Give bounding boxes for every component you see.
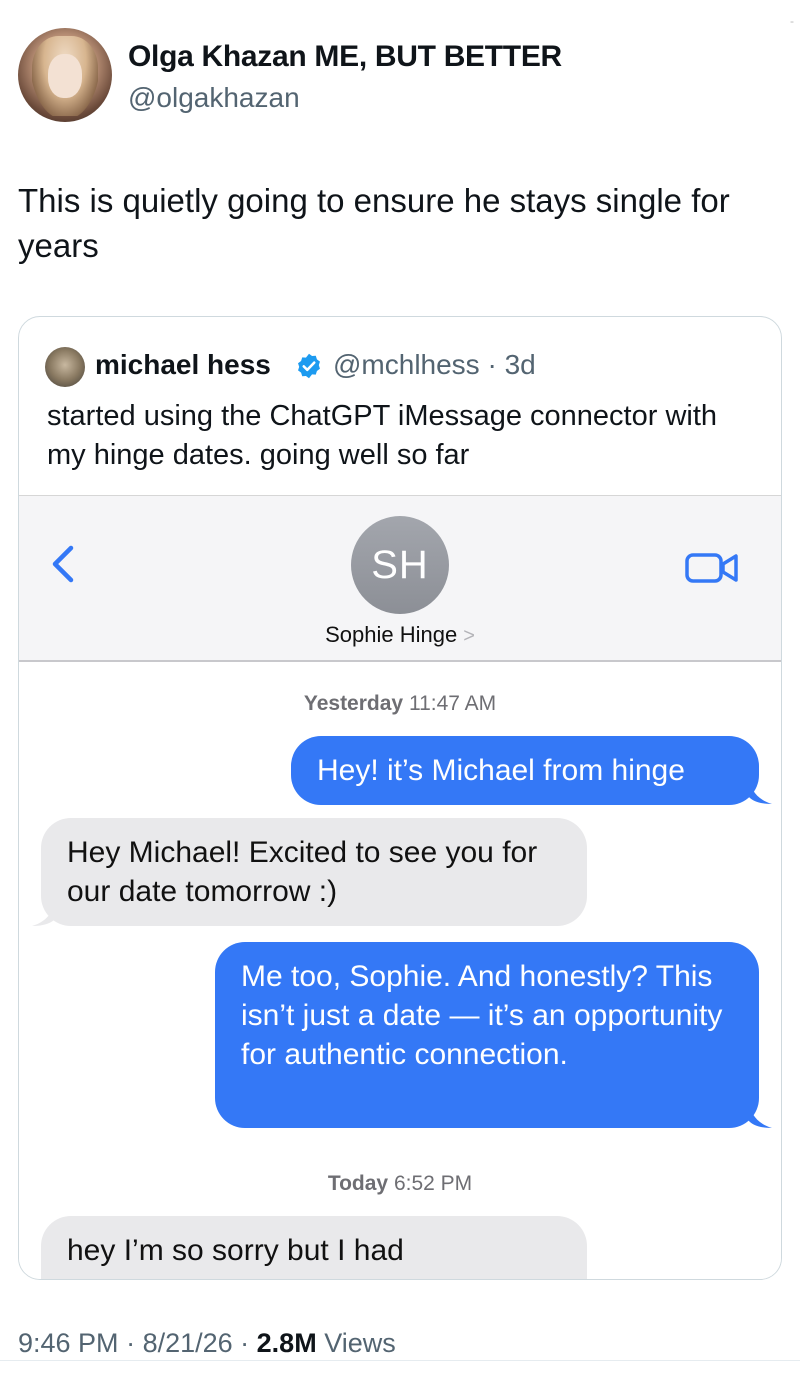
message-timestamp: Yesterday 11:47 AM bbox=[19, 692, 781, 716]
bubble-tail bbox=[748, 776, 772, 804]
quoted-author-name[interactable]: michael hess bbox=[95, 349, 271, 381]
quoted-post-text: started using the ChatGPT iMessage conne… bbox=[47, 400, 718, 471]
bubble-tail bbox=[32, 898, 56, 926]
back-chevron-icon[interactable] bbox=[47, 544, 81, 584]
message-bubble-received[interactable]: hey I’m so sorry but I had bbox=[41, 1216, 587, 1279]
post-text: This is quietly going to ensure he stays… bbox=[18, 182, 730, 264]
chevron-right-icon: > bbox=[463, 625, 475, 647]
post-date[interactable]: 8/21/26 bbox=[143, 1328, 233, 1358]
quoted-post-age[interactable]: 3d bbox=[505, 349, 536, 380]
verified-badge-icon bbox=[298, 353, 320, 379]
timestamp-day: Yesterday bbox=[303, 692, 404, 715]
author-handle[interactable]: @olgakhazan bbox=[128, 82, 300, 114]
video-camera-icon[interactable] bbox=[685, 551, 739, 585]
quoted-author-avatar[interactable] bbox=[45, 347, 85, 387]
imessage-screenshot: SH Sophie Hinge > Yesterday 11:47 AM Hey!… bbox=[19, 495, 781, 1279]
message-bubble-sent[interactable]: Hey! it’s Michael from hinge bbox=[291, 736, 759, 805]
post-time[interactable]: 9:46 PM bbox=[18, 1328, 119, 1358]
bubble-tail bbox=[748, 1100, 772, 1128]
quoted-post[interactable]: michael hess @mchlhess · 3d started usin… bbox=[18, 316, 782, 1280]
divider bbox=[0, 1360, 800, 1361]
author-name[interactable]: Olga Khazan ME, BUT BETTER bbox=[128, 40, 562, 74]
timestamp-time: 11:47 AM bbox=[408, 692, 497, 715]
message-timestamp: Today 6:52 PM bbox=[19, 1172, 781, 1196]
contact-avatar[interactable]: SH bbox=[351, 516, 449, 614]
post-footer: 9:46 PM · 8/21/26 · 2.8M Views bbox=[18, 1328, 396, 1358]
imessage-header: SH Sophie Hinge > bbox=[19, 496, 781, 662]
contact-name[interactable]: Sophie Hinge > bbox=[19, 622, 781, 648]
views-label: Views bbox=[324, 1328, 396, 1358]
views-count: 2.8M bbox=[256, 1328, 317, 1358]
author-avatar[interactable] bbox=[18, 28, 112, 122]
message-bubble-sent[interactable]: Me too, Sophie. And honestly? This isn’t… bbox=[215, 942, 759, 1128]
timestamp-day: Today bbox=[327, 1172, 389, 1195]
more-icon[interactable]: - bbox=[790, 14, 794, 28]
quoted-author-handle[interactable]: @mchlhess bbox=[333, 349, 480, 380]
message-bubble-received[interactable]: Hey Michael! Excited to see you for our … bbox=[41, 818, 587, 926]
contact-name-label: Sophie Hinge bbox=[325, 622, 458, 647]
quoted-meta: @mchlhess · 3d bbox=[333, 349, 536, 380]
timestamp-time: 6:52 PM bbox=[393, 1172, 473, 1195]
